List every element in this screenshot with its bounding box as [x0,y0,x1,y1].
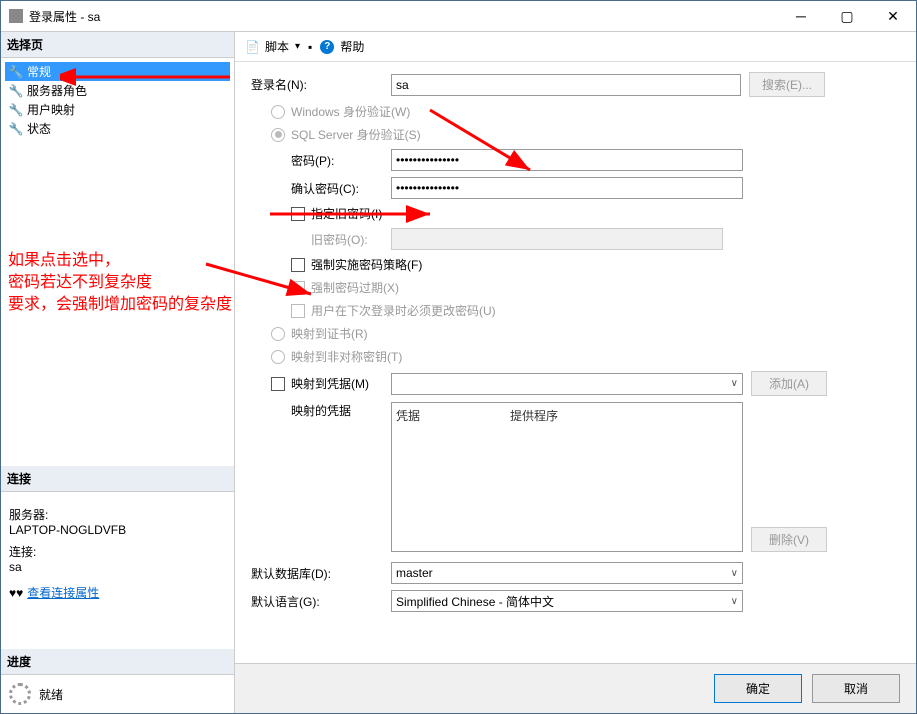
sql-auth-label: SQL Server 身份验证(S) [291,126,421,143]
page-item-status[interactable]: 🔧 状态 [5,119,230,138]
server-label: 服务器: [9,506,226,523]
page-item-server-roles[interactable]: 🔧 服务器角色 [5,81,230,100]
add-credential-button: 添加(A) [751,371,827,396]
password-input[interactable] [391,149,743,171]
view-connection-properties-link[interactable]: 查看连接属性 [27,584,99,601]
default-lang-label: 默认语言(G): [251,593,391,610]
progress-panel: 就绪 [1,675,234,713]
enforce-policy-label: 强制实施密码策略(F) [311,256,422,273]
progress-header: 进度 [1,649,234,675]
maximize-button[interactable]: ▢ [824,1,870,31]
page-list: 🔧 常规 🔧 服务器角色 🔧 用户映射 🔧 状态 [1,58,234,142]
default-lang-combo[interactable]: Simplified Chinese - 简体中文 ∨ [391,590,743,612]
script-icon: 📄 [245,40,259,54]
confirm-password-label: 确认密码(C): [251,180,391,197]
dialog-button-bar: 确定 取消 [235,663,916,713]
remove-credential-button: 删除(V) [751,527,827,552]
wrench-icon: 🔧 [9,122,23,136]
progress-spinner-icon [9,683,31,705]
specify-old-password-checkbox[interactable] [291,207,305,221]
page-item-user-mapping[interactable]: 🔧 用户映射 [5,100,230,119]
page-item-general[interactable]: 🔧 常规 [5,62,230,81]
chevron-down-icon: ∨ [731,596,738,607]
must-change-checkbox [291,304,305,318]
connection-panel: 服务器: LAPTOP-NOGLDVFB 连接: sa ♥♥ 查看连接属性 [1,492,234,609]
password-label: 密码(P): [251,152,391,169]
progress-status: 就绪 [39,686,63,703]
page-label: 状态 [27,120,51,137]
sql-auth-radio [271,128,285,142]
login-name-label: 登录名(N): [251,76,391,93]
old-password-label: 旧密码(O): [251,231,391,248]
ok-button[interactable]: 确定 [714,674,802,703]
select-page-header: 选择页 [1,32,234,58]
wrench-icon: 🔧 [9,84,23,98]
map-cert-label: 映射到证书(R) [291,325,368,342]
left-sidebar: 选择页 🔧 常规 🔧 服务器角色 🔧 用户映射 🔧 状态 [1,32,235,713]
mapped-creds-list[interactable]: 凭据 提供程序 [391,402,743,552]
default-db-combo[interactable]: master ∨ [391,562,743,584]
main-content: 📄 脚本 ▾ ▪ ? 帮助 登录名(N): 搜索(E)... Windows 身… [235,32,916,713]
connection-header: 连接 [1,466,234,492]
close-button[interactable]: ✕ [870,1,916,31]
window-title: 登录属性 - sa [29,8,778,25]
conn-label: 连接: [9,543,226,560]
dropdown-arrow-icon: ▾ [295,41,300,52]
page-label: 常规 [27,63,51,80]
map-cred-checkbox[interactable] [271,377,285,391]
must-change-label: 用户在下次登录时必须更改密码(U) [311,302,496,319]
help-link[interactable]: 帮助 [340,38,364,55]
map-asym-radio [271,350,285,364]
search-button[interactable]: 搜索(E)... [749,72,825,97]
app-icon [9,9,23,23]
login-name-input[interactable] [391,74,741,96]
enforce-policy-checkbox[interactable] [291,258,305,272]
page-label: 服务器角色 [27,82,87,99]
map-cred-label: 映射到凭据(M) [291,375,369,392]
script-dropdown[interactable]: 脚本 [265,38,289,55]
mapped-creds-label: 映射的凭据 [251,402,391,419]
titlebar: 登录属性 - sa ─ ▢ ✕ [1,1,916,31]
default-lang-value: Simplified Chinese - 简体中文 [396,593,554,610]
help-icon: ? [320,40,334,54]
default-db-value: master [396,566,433,580]
wrench-icon: 🔧 [9,103,23,117]
windows-auth-radio [271,105,285,119]
enforce-expiry-checkbox [291,281,305,295]
col-credential: 凭据 [396,407,420,424]
windows-auth-label: Windows 身份验证(W) [291,103,410,120]
enforce-expiry-label: 强制密码过期(X) [311,279,399,296]
map-asym-label: 映射到非对称密钥(T) [291,348,402,365]
minimize-button[interactable]: ─ [778,1,824,31]
default-db-label: 默认数据库(D): [251,565,391,582]
server-value: LAPTOP-NOGLDVFB [9,523,226,537]
conn-value: sa [9,560,226,574]
page-label: 用户映射 [27,101,75,118]
map-cert-radio [271,327,285,341]
old-password-input [391,228,723,250]
specify-old-password-label: 指定旧密码(I) [311,205,382,222]
col-provider: 提供程序 [510,407,558,424]
cancel-button[interactable]: 取消 [812,674,900,703]
chevron-down-icon: ∨ [731,378,738,389]
confirm-password-input[interactable] [391,177,743,199]
credential-combo[interactable]: ∨ [391,373,743,395]
connection-icon: ♥♥ [9,586,23,600]
toolbar: 📄 脚本 ▾ ▪ ? 帮助 [235,32,916,62]
wrench-icon: 🔧 [9,65,23,79]
chevron-down-icon: ∨ [731,568,738,579]
